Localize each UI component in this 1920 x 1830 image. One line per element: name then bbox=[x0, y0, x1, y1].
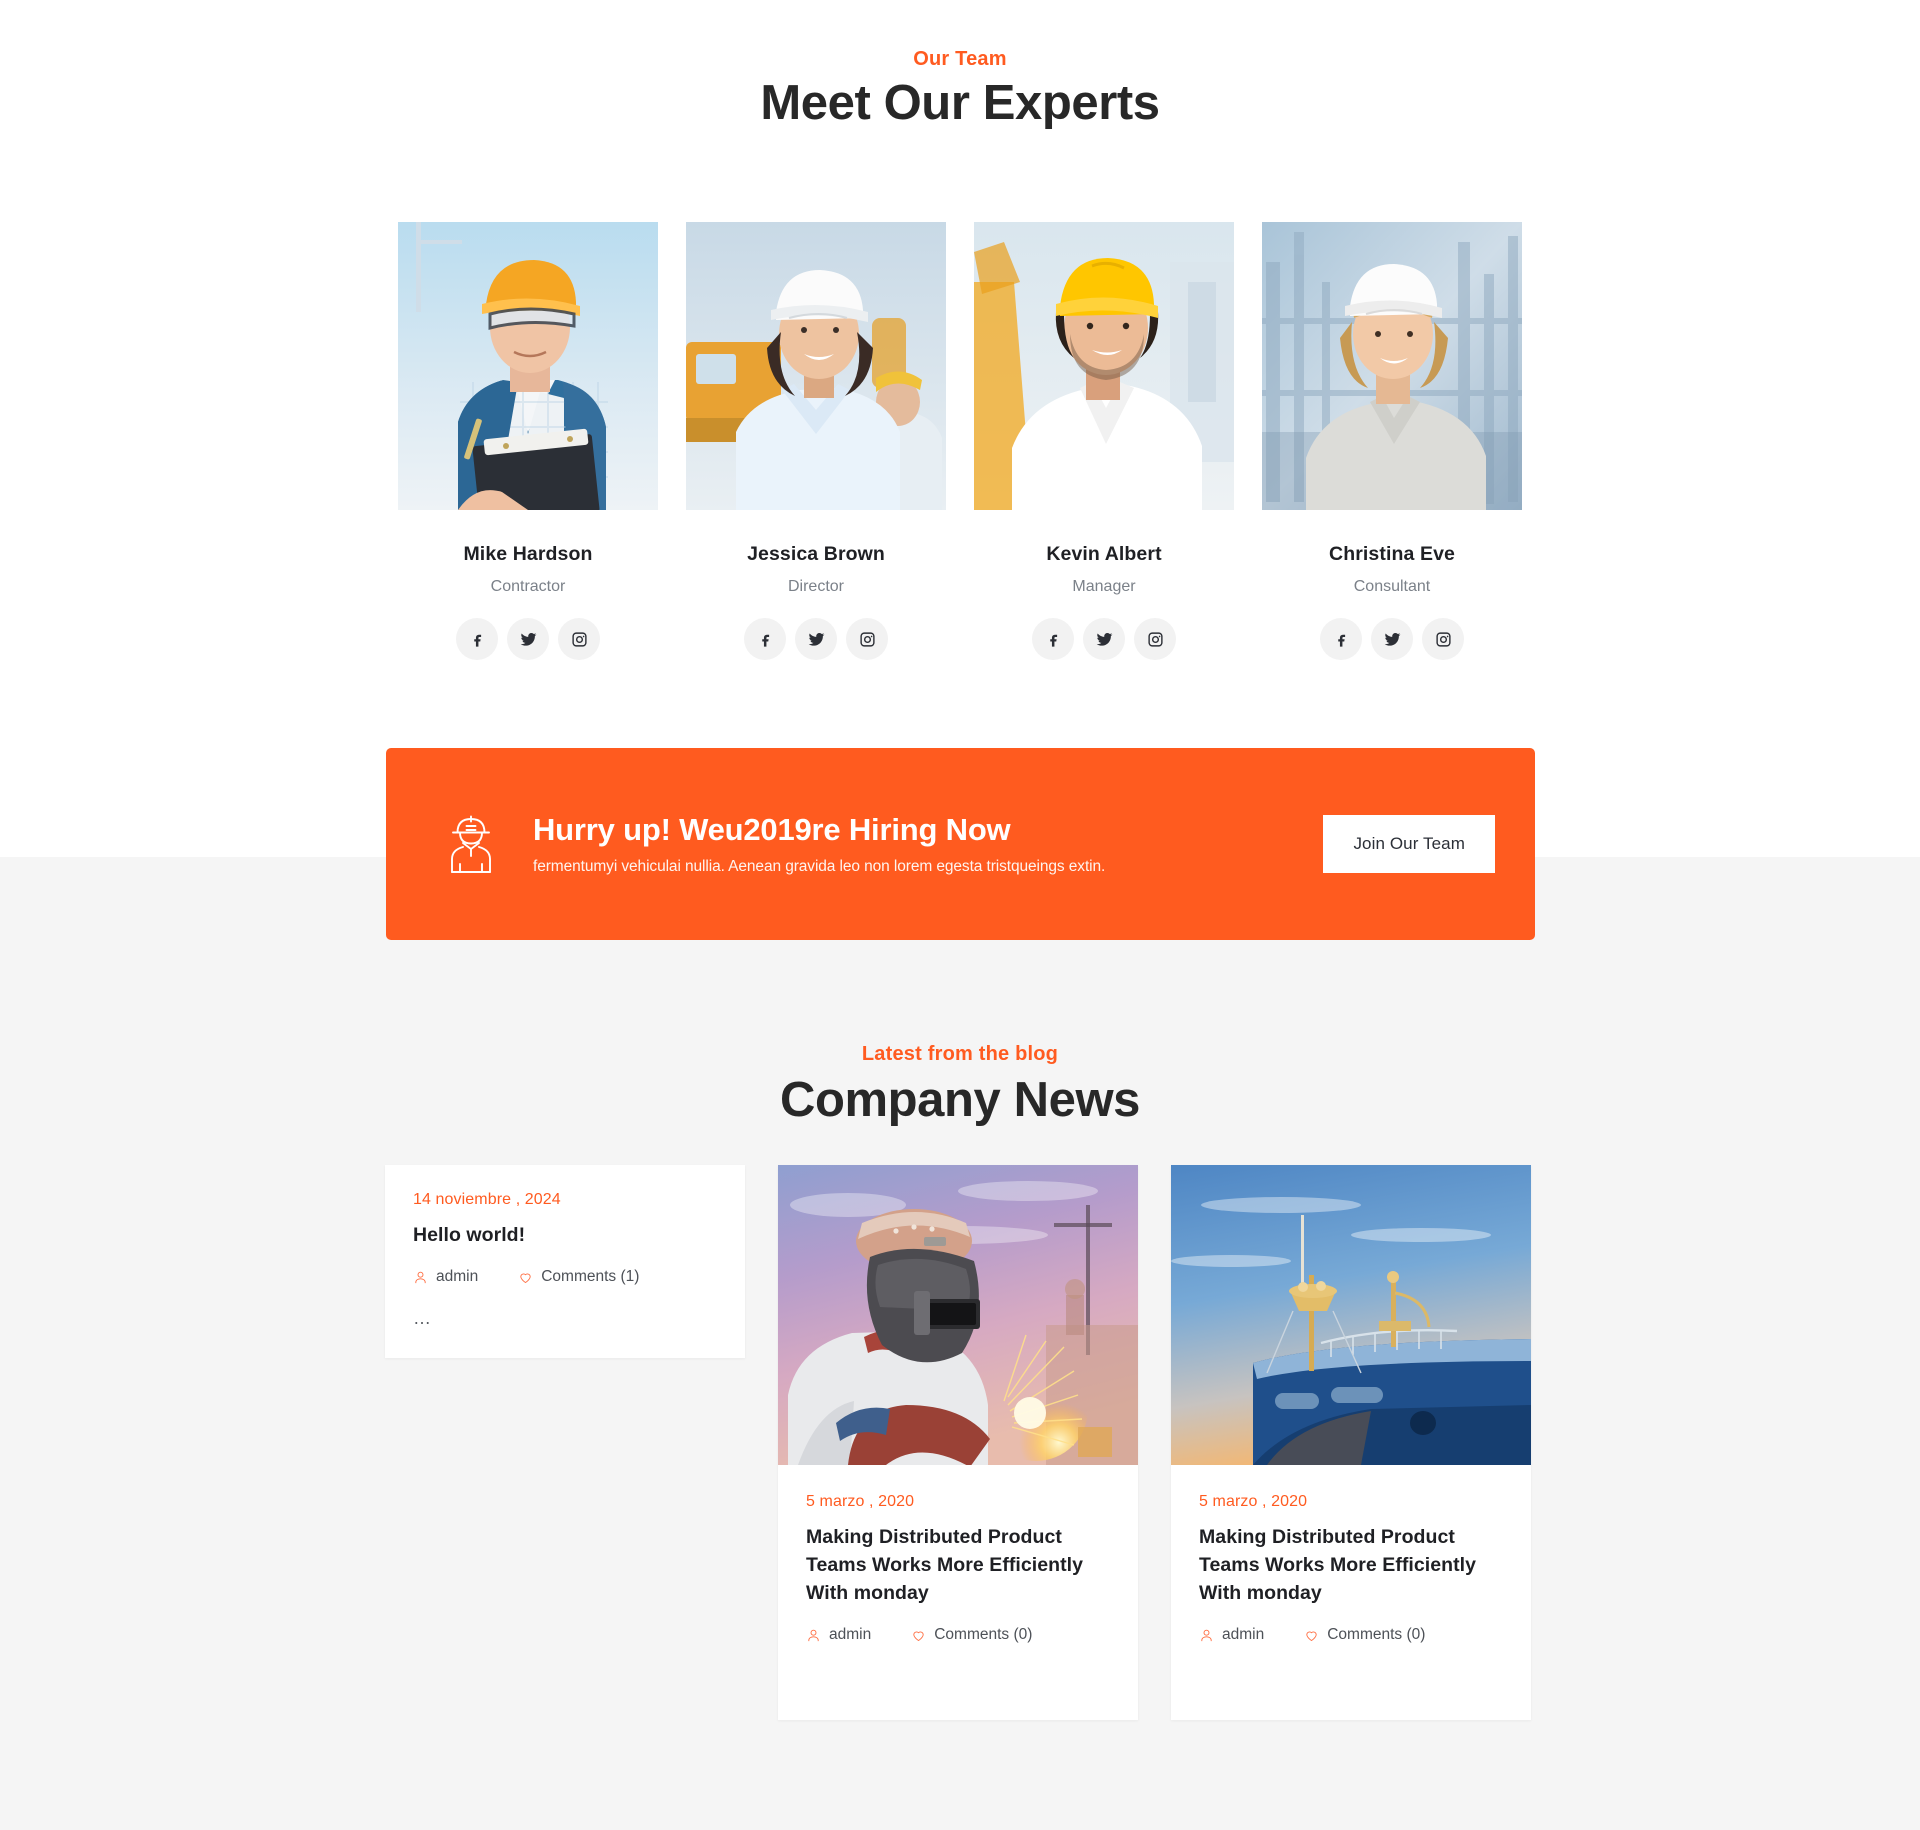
news-author-label: admin bbox=[436, 1268, 479, 1286]
news-grid: 14 noviembre , 2024 Hello world! admin C… bbox=[385, 1165, 1535, 1720]
news-meta: admin Comments (0) bbox=[1199, 1626, 1503, 1644]
twitter-icon[interactable] bbox=[1083, 618, 1125, 660]
news-meta: admin Comments (0) bbox=[806, 1626, 1110, 1644]
join-our-team-button[interactable]: Join Our Team bbox=[1323, 815, 1495, 873]
user-icon bbox=[808, 1629, 819, 1641]
team-member-name: Christina Eve bbox=[1329, 543, 1455, 565]
news-date: 14 noviembre , 2024 bbox=[413, 1191, 561, 1208]
team-member-name: Kevin Albert bbox=[1046, 543, 1162, 565]
news-section-title: Company News bbox=[779, 1073, 1141, 1127]
facebook-icon[interactable] bbox=[1320, 618, 1362, 660]
heart-icon bbox=[1306, 1631, 1317, 1641]
team-social-links bbox=[456, 618, 600, 660]
team-social-links bbox=[744, 618, 888, 660]
facebook-icon[interactable] bbox=[456, 618, 498, 660]
news-author-label: admin bbox=[829, 1626, 872, 1644]
page-root: Our Team Meet Our Experts Mike Hardson C… bbox=[0, 0, 1920, 1830]
team-member-role: Director bbox=[787, 578, 844, 595]
hiring-banner-content: Hurry up! Weu2019re Hiring Now fermentum… bbox=[441, 812, 1105, 877]
news-card-body: 14 noviembre , 2024 Hello world! admin C… bbox=[385, 1165, 745, 1329]
instagram-icon[interactable] bbox=[846, 618, 888, 660]
news-comments[interactable]: Comments (0) bbox=[1304, 1626, 1425, 1644]
news-author-label: admin bbox=[1222, 1626, 1265, 1644]
news-headline[interactable]: Making Distributed Product Teams Works M… bbox=[1199, 1523, 1503, 1607]
team-grid: Mike Hardson Contractor Jessica Brown Di… bbox=[398, 222, 1534, 660]
construction-worker-icon bbox=[441, 812, 501, 876]
instagram-icon[interactable] bbox=[558, 618, 600, 660]
team-member-role: Consultant bbox=[1353, 578, 1431, 595]
news-card-body: 5 marzo , 2020 Making Distributed Produc… bbox=[778, 1465, 1138, 1644]
facebook-icon[interactable] bbox=[1032, 618, 1074, 660]
team-member-role: Manager bbox=[1072, 578, 1136, 595]
news-card-image bbox=[778, 1165, 1138, 1465]
news-meta: admin Comments (1) bbox=[413, 1268, 717, 1286]
hiring-banner: Hurry up! Weu2019re Hiring Now fermentum… bbox=[386, 748, 1535, 940]
twitter-icon[interactable] bbox=[795, 618, 837, 660]
hiring-banner-subtitle: fermentumyi vehiculai nullia. Aenean gra… bbox=[533, 858, 1106, 876]
heart-icon bbox=[520, 1273, 531, 1283]
team-member-photo bbox=[686, 222, 946, 510]
news-comments-label: Comments (0) bbox=[934, 1626, 1033, 1644]
news-headline[interactable]: Making Distributed Product Teams Works M… bbox=[806, 1523, 1110, 1607]
hiring-banner-title: Hurry up! Weu2019re Hiring Now bbox=[533, 811, 1011, 847]
team-member-photo bbox=[1262, 222, 1522, 510]
news-excerpt: … bbox=[413, 1308, 433, 1329]
team-member-photo bbox=[398, 222, 658, 510]
team-member-card[interactable]: Jessica Brown Director bbox=[686, 222, 946, 660]
team-eyebrow: Our Team bbox=[913, 48, 1007, 70]
news-author[interactable]: admin bbox=[806, 1626, 871, 1644]
news-card[interactable]: 5 marzo , 2020 Making Distributed Produc… bbox=[1171, 1165, 1531, 1720]
team-member-name: Mike Hardson bbox=[463, 543, 593, 565]
team-member-card[interactable]: Kevin Albert Manager bbox=[974, 222, 1234, 660]
team-member-photo bbox=[974, 222, 1234, 510]
hiring-banner-text: Hurry up! Weu2019re Hiring Now fermentum… bbox=[533, 812, 1105, 877]
team-section-title: Meet Our Experts bbox=[760, 76, 1160, 130]
heart-icon bbox=[913, 1631, 924, 1641]
instagram-icon[interactable] bbox=[1134, 618, 1176, 660]
news-date: 5 marzo , 2020 bbox=[806, 1493, 915, 1510]
news-date: 5 marzo , 2020 bbox=[1199, 1493, 1308, 1510]
facebook-icon[interactable] bbox=[744, 618, 786, 660]
news-comments[interactable]: Comments (0) bbox=[911, 1626, 1032, 1644]
team-member-card[interactable]: Christina Eve Consultant bbox=[1262, 222, 1522, 660]
news-comments[interactable]: Comments (1) bbox=[518, 1268, 639, 1286]
news-card-image bbox=[1171, 1165, 1531, 1465]
news-comments-label: Comments (0) bbox=[1327, 1626, 1426, 1644]
news-eyebrow: Latest from the blog bbox=[861, 1043, 1059, 1065]
team-member-name: Jessica Brown bbox=[747, 543, 885, 565]
user-icon bbox=[415, 1271, 426, 1283]
news-card-body: 5 marzo , 2020 Making Distributed Produc… bbox=[1171, 1465, 1531, 1644]
news-card[interactable]: 5 marzo , 2020 Making Distributed Produc… bbox=[778, 1165, 1138, 1720]
team-member-role: Contractor bbox=[490, 578, 566, 595]
news-headline[interactable]: Hello world! bbox=[413, 1221, 717, 1249]
instagram-icon[interactable] bbox=[1422, 618, 1464, 660]
news-author[interactable]: admin bbox=[413, 1268, 478, 1286]
team-member-card[interactable]: Mike Hardson Contractor bbox=[398, 222, 658, 660]
team-social-links bbox=[1032, 618, 1176, 660]
user-icon bbox=[1201, 1629, 1212, 1641]
twitter-icon[interactable] bbox=[1371, 618, 1413, 660]
team-social-links bbox=[1320, 618, 1464, 660]
news-card[interactable]: 14 noviembre , 2024 Hello world! admin C… bbox=[385, 1165, 745, 1358]
news-comments-label: Comments (1) bbox=[541, 1268, 640, 1286]
news-author[interactable]: admin bbox=[1199, 1626, 1264, 1644]
twitter-icon[interactable] bbox=[507, 618, 549, 660]
